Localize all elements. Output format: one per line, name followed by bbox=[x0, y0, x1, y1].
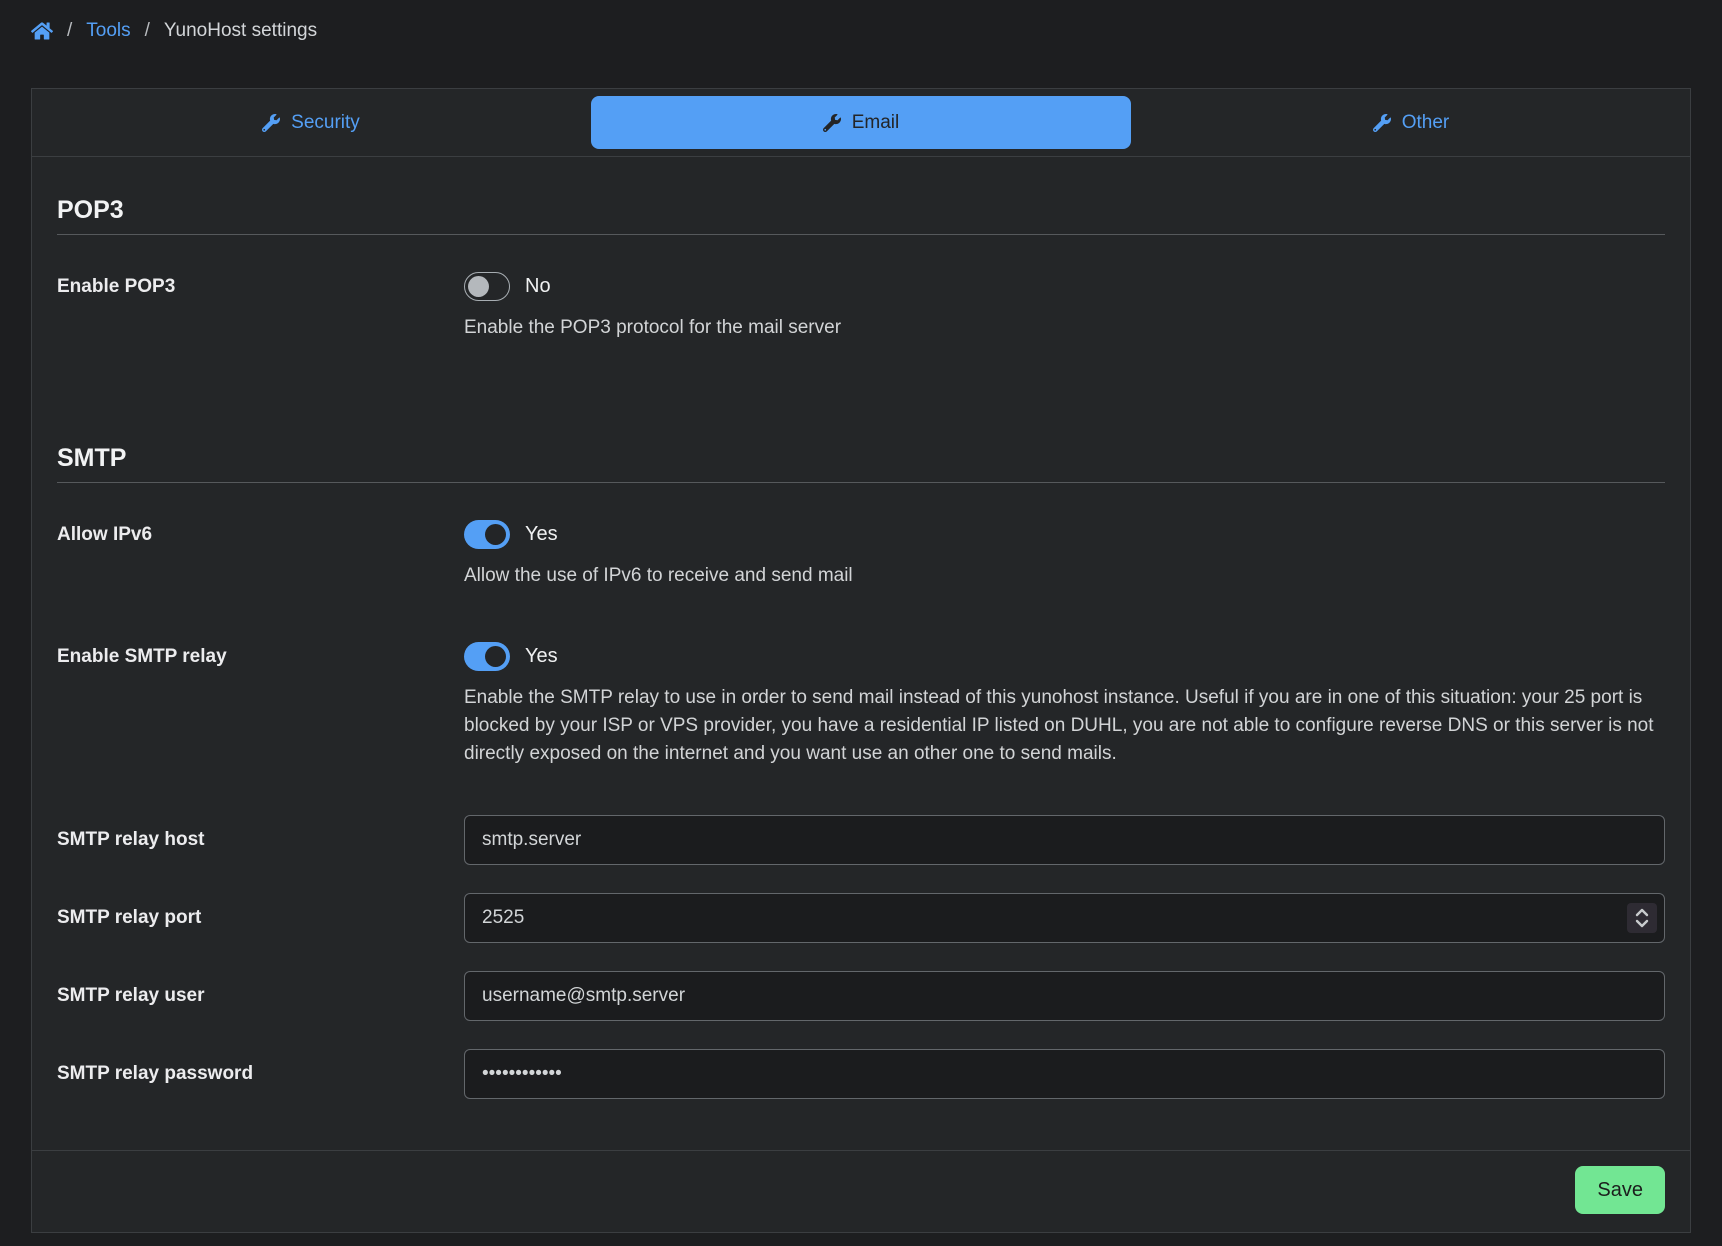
breadcrumb-separator: / bbox=[67, 20, 72, 42]
toggle-knob bbox=[485, 524, 506, 545]
smtp-relay-port-input[interactable] bbox=[464, 893, 1665, 943]
field-label: Allow IPv6 bbox=[57, 520, 464, 590]
field-help: Allow the use of IPv6 to receive and sen… bbox=[464, 562, 1665, 590]
card-footer: Save bbox=[32, 1150, 1690, 1232]
tab-label: Email bbox=[852, 112, 900, 134]
field-enable-smtp-relay: Enable SMTP relay Yes Enable the SMTP re… bbox=[57, 642, 1665, 768]
smtp-relay-user-input[interactable] bbox=[464, 971, 1665, 1021]
settings-panel: Security Email Other POP3 Enable POP3 No… bbox=[31, 88, 1691, 1233]
save-button[interactable]: Save bbox=[1575, 1166, 1665, 1214]
field-help: Enable the SMTP relay to use in order to… bbox=[464, 684, 1665, 768]
settings-tab-bar: Security Email Other bbox=[32, 89, 1690, 157]
smtp-relay-host-input[interactable] bbox=[464, 815, 1665, 865]
field-smtp-relay-port: SMTP relay port bbox=[57, 893, 1665, 943]
field-label: SMTP relay host bbox=[57, 815, 464, 865]
allow-ipv6-state-label: Yes bbox=[525, 523, 558, 546]
section-title-smtp: SMTP bbox=[57, 443, 1665, 483]
breadcrumb-separator: / bbox=[145, 20, 150, 42]
allow-ipv6-toggle[interactable] bbox=[464, 520, 510, 549]
field-label: SMTP relay port bbox=[57, 893, 464, 943]
enable-smtp-relay-state-label: Yes bbox=[525, 645, 558, 668]
smtp-relay-password-input[interactable] bbox=[464, 1049, 1665, 1099]
field-enable-pop3: Enable POP3 No Enable the POP3 protocol … bbox=[57, 272, 1665, 342]
field-label: SMTP relay user bbox=[57, 971, 464, 1021]
tab-other[interactable]: Other bbox=[1141, 96, 1681, 149]
enable-pop3-toggle[interactable] bbox=[464, 272, 510, 301]
enable-smtp-relay-toggle[interactable] bbox=[464, 642, 510, 671]
wrench-icon bbox=[262, 114, 280, 132]
up-down-chevrons-icon bbox=[1633, 907, 1651, 929]
tab-email[interactable]: Email bbox=[591, 96, 1131, 149]
field-label: Enable SMTP relay bbox=[57, 642, 464, 768]
field-allow-ipv6: Allow IPv6 Yes Allow the use of IPv6 to … bbox=[57, 520, 1665, 590]
home-icon bbox=[31, 21, 53, 41]
field-help: Enable the POP3 protocol for the mail se… bbox=[464, 314, 1665, 342]
breadcrumb-home-link[interactable] bbox=[31, 21, 53, 41]
field-label: Enable POP3 bbox=[57, 272, 464, 342]
enable-pop3-state-label: No bbox=[525, 275, 551, 298]
field-smtp-relay-password: SMTP relay password bbox=[57, 1049, 1665, 1099]
port-stepper[interactable] bbox=[1627, 903, 1657, 933]
wrench-icon bbox=[1373, 114, 1391, 132]
tab-security[interactable]: Security bbox=[41, 96, 581, 149]
tab-label: Security bbox=[291, 112, 360, 134]
breadcrumb-current-page: YunoHost settings bbox=[164, 20, 317, 42]
field-label: SMTP relay password bbox=[57, 1049, 464, 1099]
toggle-knob bbox=[468, 276, 489, 297]
field-smtp-relay-user: SMTP relay user bbox=[57, 971, 1665, 1021]
tab-label: Other bbox=[1402, 112, 1450, 134]
section-title-pop3: POP3 bbox=[57, 195, 1665, 235]
breadcrumb-link-tools[interactable]: Tools bbox=[86, 20, 130, 42]
toggle-knob bbox=[485, 646, 506, 667]
breadcrumb: / Tools / YunoHost settings bbox=[0, 0, 1722, 42]
field-smtp-relay-host: SMTP relay host bbox=[57, 815, 1665, 865]
wrench-icon bbox=[823, 114, 841, 132]
